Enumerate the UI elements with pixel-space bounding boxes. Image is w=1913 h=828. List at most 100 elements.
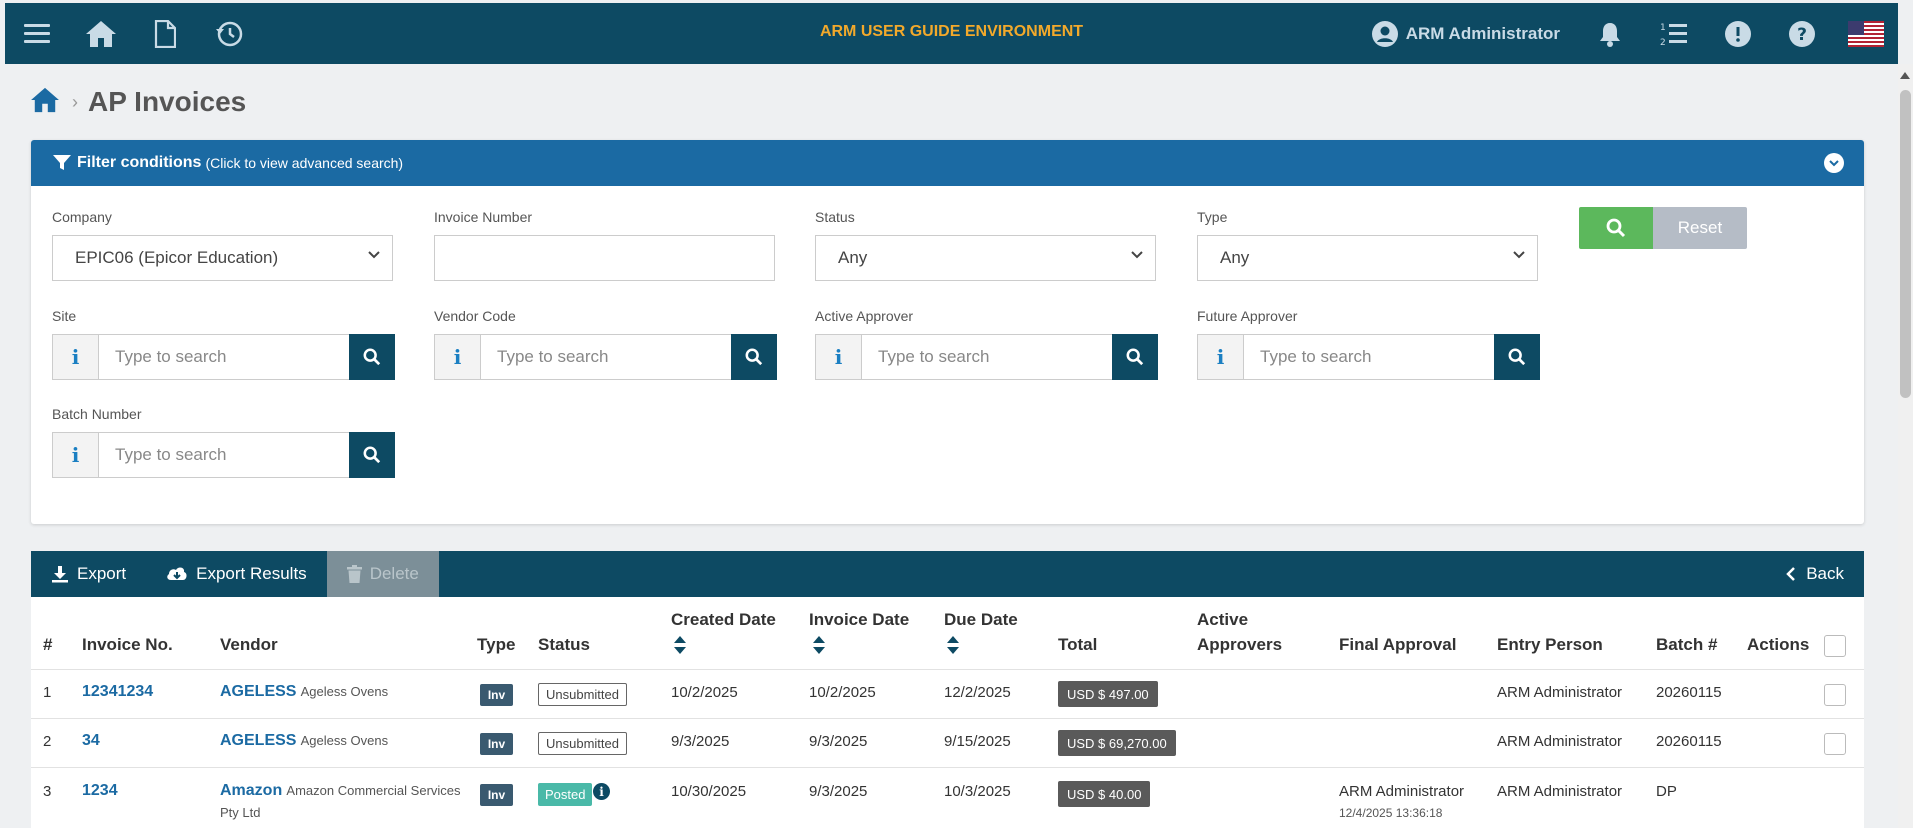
- document-icon[interactable]: [133, 3, 197, 64]
- header-entry-person[interactable]: Entry Person: [1497, 635, 1603, 655]
- reset-button[interactable]: Reset: [1653, 207, 1747, 249]
- status-info-icon[interactable]: i: [593, 783, 610, 800]
- row1-due-date: 12/2/2025: [944, 684, 1011, 701]
- row1-invoice-link[interactable]: 12341234: [82, 683, 153, 701]
- svg-text:2: 2: [1660, 38, 1666, 47]
- alert-icon[interactable]: [1706, 3, 1770, 64]
- svg-text:1: 1: [1660, 23, 1666, 33]
- select-all-checkbox[interactable]: [1824, 635, 1846, 657]
- row3-invoice-link[interactable]: 1234: [82, 782, 118, 800]
- header-actions: Actions: [1747, 635, 1810, 654]
- header-invoice-date[interactable]: Invoice Date: [809, 610, 909, 630]
- filter-icon: [53, 155, 71, 170]
- trash-icon: [346, 565, 362, 583]
- history-icon[interactable]: [197, 3, 261, 64]
- bell-icon[interactable]: [1578, 3, 1642, 64]
- task-list-icon[interactable]: 12: [1642, 3, 1706, 64]
- delete-button[interactable]: Delete: [326, 551, 439, 597]
- user-avatar-icon: [1371, 20, 1398, 47]
- export-button[interactable]: Export: [31, 551, 146, 597]
- sort-icon[interactable]: [813, 636, 825, 654]
- header-type[interactable]: Type: [477, 635, 515, 655]
- sort-icon[interactable]: [947, 636, 959, 654]
- site-search-input[interactable]: Type to search: [99, 334, 349, 380]
- future-approver-info-icon[interactable]: i: [1197, 334, 1244, 380]
- hamburger-menu-icon[interactable]: [5, 3, 69, 64]
- row3-due-date: 10/3/2025: [944, 783, 1011, 800]
- active-approver-search-button[interactable]: [1112, 334, 1158, 380]
- scrollbar-thumb[interactable]: [1900, 90, 1911, 398]
- help-icon[interactable]: ?: [1770, 3, 1834, 64]
- batch-number-info-icon[interactable]: i: [52, 432, 99, 478]
- search-icon: [745, 348, 763, 366]
- search-button[interactable]: [1579, 207, 1653, 249]
- row2-type-badge: Inv: [480, 733, 513, 755]
- row-divider: [31, 669, 1864, 670]
- type-value: Any: [1220, 248, 1250, 267]
- type-select[interactable]: Any: [1197, 235, 1538, 281]
- header-due-date[interactable]: Due Date: [944, 610, 1018, 630]
- row2-invoice-date: 9/3/2025: [809, 733, 868, 750]
- batch-number-search-input[interactable]: Type to search: [99, 432, 349, 478]
- header-active-approvers-line1: Active: [1197, 610, 1249, 629]
- row2-num: 2: [43, 733, 52, 750]
- company-value: EPIC06 (Epicor Education): [75, 248, 279, 267]
- row1-vendor-name: Ageless Ovens: [300, 684, 389, 699]
- batch-number-search-button[interactable]: [349, 432, 395, 478]
- active-approver-search-input[interactable]: Type to search: [862, 334, 1112, 380]
- download-icon: [52, 566, 68, 583]
- breadcrumb: › AP Invoices: [30, 86, 246, 118]
- row2-vendor-code-link[interactable]: AGELESS: [220, 732, 296, 749]
- row3-status-badge: Posted: [538, 783, 593, 806]
- search-icon: [363, 446, 381, 464]
- chevron-left-icon: [1786, 567, 1796, 581]
- header-status[interactable]: Status: [538, 635, 590, 655]
- future-approver-lookup: i Type to search: [1197, 334, 1540, 380]
- row1-total-badge: USD $ 497.00: [1058, 681, 1158, 707]
- vendor-code-lookup: i Type to search: [434, 334, 777, 380]
- row2-invoice-link[interactable]: 34: [82, 732, 100, 750]
- export-results-button[interactable]: Export Results: [146, 551, 327, 597]
- row2-checkbox[interactable]: [1824, 733, 1846, 755]
- site-search-button[interactable]: [349, 334, 395, 380]
- back-button[interactable]: Back: [1786, 551, 1844, 597]
- row2-batch: 20260115: [1656, 733, 1722, 750]
- row3-created-date: 10/30/2025: [671, 783, 747, 800]
- row3-vendor-code-link[interactable]: Amazon: [220, 782, 282, 799]
- future-approver-search-button[interactable]: [1494, 334, 1540, 380]
- row3-final-approval-time: 12/4/2025 13:36:18: [1339, 806, 1443, 820]
- collapse-chevron-icon[interactable]: [1824, 153, 1844, 173]
- language-flag-icon[interactable]: [1834, 3, 1898, 64]
- row1-vendor-code-link[interactable]: AGELESS: [220, 683, 296, 700]
- vendor-code-search-button[interactable]: [731, 334, 777, 380]
- scroll-up-arrow-icon[interactable]: [1900, 72, 1910, 79]
- header-vendor[interactable]: Vendor: [220, 635, 278, 655]
- filter-header[interactable]: Filter conditions (Click to view advance…: [31, 140, 1864, 186]
- vendor-code-info-icon[interactable]: i: [434, 334, 481, 380]
- header-final-approval[interactable]: Final Approval: [1339, 635, 1456, 655]
- home-icon[interactable]: [69, 3, 133, 64]
- sort-icon[interactable]: [674, 636, 686, 654]
- page-title: AP Invoices: [88, 86, 247, 117]
- header-total[interactable]: Total: [1058, 635, 1097, 655]
- header-created-date[interactable]: Created Date: [671, 610, 776, 630]
- breadcrumb-home-icon[interactable]: [30, 87, 60, 117]
- results-toolbar: Export Export Results Delete Back: [31, 551, 1864, 597]
- invoice-number-input[interactable]: [434, 235, 775, 281]
- active-approver-info-icon[interactable]: i: [815, 334, 862, 380]
- row2-vendor: AGELESS Ageless Ovens: [220, 732, 388, 750]
- site-info-icon[interactable]: i: [52, 334, 99, 380]
- active-approver-lookup: i Type to search: [815, 334, 1158, 380]
- row-divider: [31, 718, 1864, 719]
- user-menu[interactable]: ARM Administrator: [1371, 20, 1560, 47]
- status-select[interactable]: Any: [815, 235, 1156, 281]
- future-approver-search-input[interactable]: Type to search: [1244, 334, 1494, 380]
- search-icon: [1606, 218, 1626, 238]
- header-invoice-no[interactable]: Invoice No.: [82, 635, 173, 655]
- row1-status-badge: Unsubmitted: [538, 683, 627, 706]
- row1-checkbox[interactable]: [1824, 684, 1846, 706]
- company-label: Company: [52, 209, 112, 225]
- header-batch[interactable]: Batch #: [1656, 635, 1717, 655]
- company-select[interactable]: EPIC06 (Epicor Education): [52, 235, 393, 281]
- vendor-code-search-input[interactable]: Type to search: [481, 334, 731, 380]
